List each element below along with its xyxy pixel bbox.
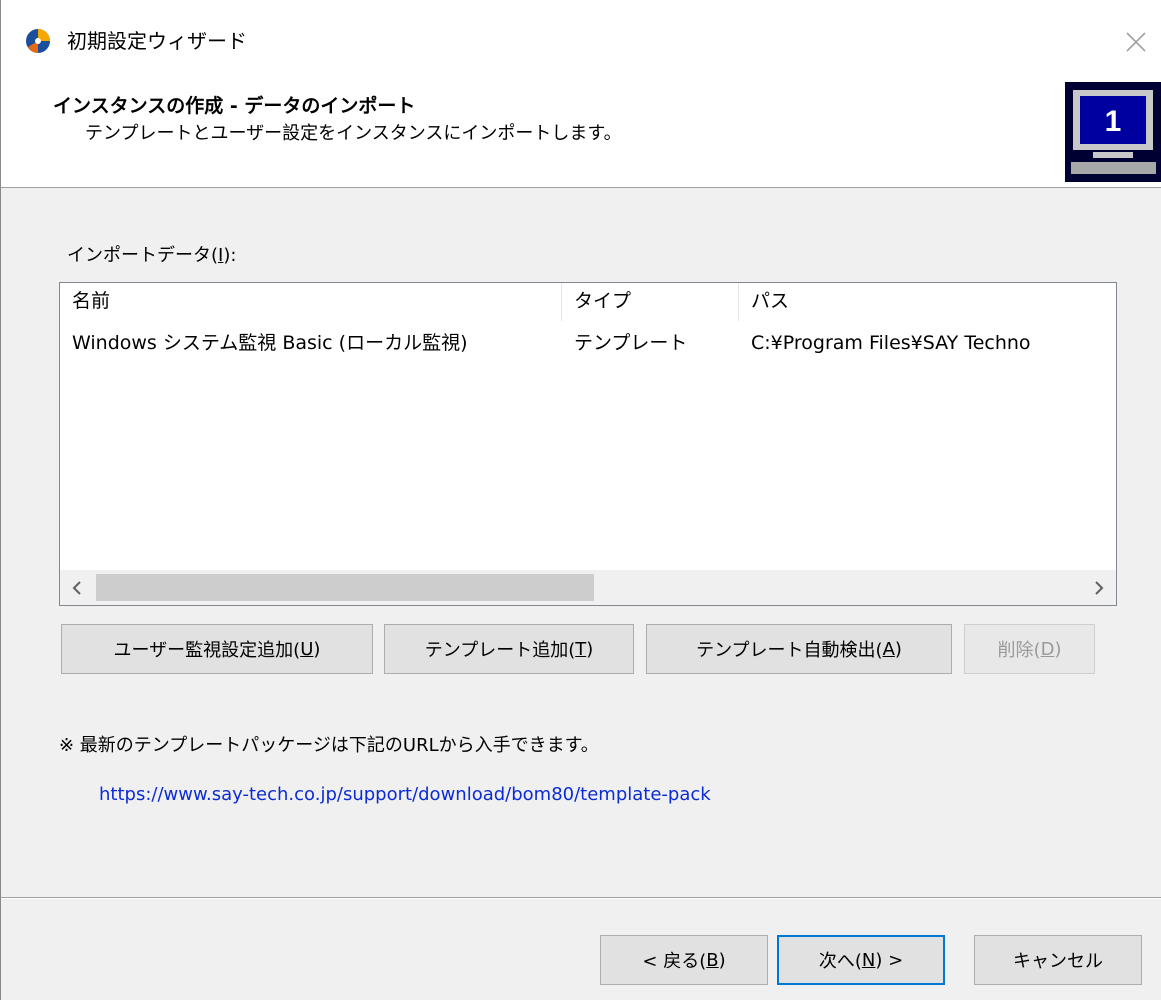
item-type: テンプレート: [574, 332, 688, 354]
template-pack-link[interactable]: https://www.say-tech.co.jp/support/downl…: [99, 782, 711, 808]
delete-button[interactable]: 削除(D): [964, 624, 1095, 674]
app-logo-icon: [26, 29, 50, 53]
list-item[interactable]: Windows システム監視 Basic (ローカル監視) テンプレート C:¥…: [60, 325, 1116, 361]
import-data-list[interactable]: 名前 タイプ パス Windows システム監視 Basic (ローカル監視) …: [59, 282, 1117, 606]
column-header-type[interactable]: タイプ: [562, 283, 739, 321]
add-user-monitor-button[interactable]: ユーザー監視設定追加(U): [61, 624, 373, 674]
page-title: インスタンスの作成 - データのインポート: [53, 95, 416, 117]
monitor-step-icon: 1: [1065, 82, 1161, 182]
chevron-left-icon: [72, 580, 81, 595]
step-number: 1: [1105, 105, 1122, 138]
import-data-label: インポートデータ(I):: [67, 245, 237, 266]
template-note: ※ 最新のテンプレートパッケージは下記のURLから入手できます。: [59, 735, 599, 756]
item-path: C:¥Program Files¥SAY Techno: [751, 332, 1031, 354]
title-bar: 初期設定ウィザード: [1, 0, 1161, 80]
close-button[interactable]: [1116, 22, 1156, 62]
window-title: 初期設定ウィザード: [67, 29, 247, 53]
auto-detect-template-button[interactable]: テンプレート自動検出(A): [646, 624, 952, 674]
scroll-left-button[interactable]: [60, 570, 94, 605]
scroll-right-button[interactable]: [1082, 570, 1116, 605]
next-button[interactable]: 次へ(N) >: [777, 935, 945, 985]
horizontal-scrollbar[interactable]: [60, 570, 1116, 605]
footer-divider-highlight: [1, 898, 1161, 899]
item-name: Windows システム監視 Basic (ローカル監視): [72, 332, 468, 354]
chevron-right-icon: [1095, 580, 1104, 595]
cancel-button[interactable]: キャンセル: [974, 935, 1142, 985]
close-icon: [1126, 32, 1146, 52]
list-header: 名前 タイプ パス: [60, 283, 1116, 321]
wizard-header: インスタンスの作成 - データのインポート テンプレートとユーザー設定をインスタ…: [1, 80, 1161, 188]
back-button[interactable]: < 戻る(B): [600, 935, 768, 985]
column-header-path[interactable]: パス: [739, 283, 1116, 321]
add-template-button[interactable]: テンプレート追加(T): [384, 624, 634, 674]
wizard-window: 初期設定ウィザード インスタンスの作成 - データのインポート テンプレートとユ…: [0, 0, 1161, 1000]
column-header-name[interactable]: 名前: [60, 283, 562, 321]
scroll-thumb[interactable]: [96, 574, 594, 601]
page-subtitle: テンプレートとユーザー設定をインスタンスにインポートします。: [85, 123, 622, 144]
